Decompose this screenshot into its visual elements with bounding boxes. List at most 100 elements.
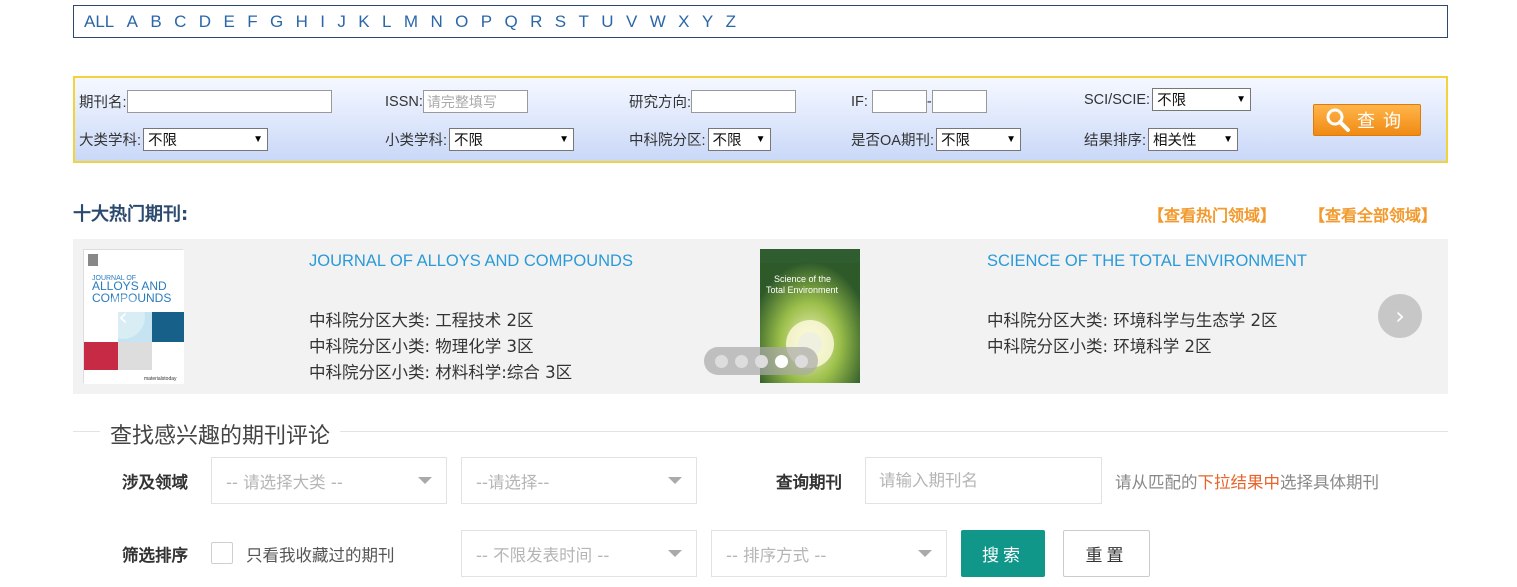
sort-order-select[interactable]: -- 排序方式 -- (711, 530, 947, 577)
hot-journals-title: 十大热门期刊: (73, 204, 189, 225)
hint-suffix: 选择具体期刊 (1280, 473, 1379, 492)
if-label: IF: (851, 93, 868, 110)
minor-subject-select[interactable]: 不限 ▼ (449, 128, 575, 151)
alphabet-letter-t[interactable]: T (579, 12, 589, 32)
minor-subject-value: 不限 (454, 133, 484, 149)
journal-name-field: 期刊名: (79, 90, 332, 113)
cas-partition-label: 中科院分区: (629, 133, 706, 149)
journal-cas-minor: 中科院分区小类: 物理化学 3区 (309, 337, 534, 356)
major-subject-value: 不限 (148, 133, 178, 149)
alphabet-letter-i[interactable]: I (320, 12, 325, 32)
alphabet-letter-j[interactable]: J (337, 12, 346, 32)
minor-subject-field: 小类学科: 不限 ▼ (385, 128, 575, 151)
journal-cas-minor: 中科院分区小类: 材料科学:综合 3区 (309, 363, 573, 382)
if-max-input[interactable] (931, 90, 987, 113)
carousel-prev-button[interactable]: ‹ (101, 295, 145, 339)
if-field: IF: - (851, 90, 987, 113)
publish-time-placeholder: -- 不限发表时间 -- (476, 545, 610, 565)
alphabet-letter-s[interactable]: S (555, 12, 566, 32)
hint-highlight: 下拉结果中 (1197, 473, 1281, 492)
journal-name-search-input[interactable] (865, 457, 1102, 504)
favorites-only-label: 只看我收藏过的期刊 (246, 546, 395, 565)
issn-input[interactable] (422, 90, 528, 113)
carousel-dot[interactable] (754, 354, 768, 368)
alphabet-letter-y[interactable]: Y (702, 12, 713, 32)
alphabet-letter-m[interactable]: M (404, 12, 418, 32)
journal-title-link[interactable]: JOURNAL OF ALLOYS AND COMPOUNDS (309, 252, 633, 271)
if-min-input[interactable] (871, 90, 927, 113)
favorites-only-checkbox[interactable] (211, 542, 233, 564)
alphabet-letter-o[interactable]: O (455, 12, 468, 32)
chevron-right-icon: › (1395, 302, 1405, 330)
cas-partition-value: 不限 (712, 133, 742, 149)
major-subject-label: 大类学科: (79, 133, 142, 149)
oa-value: 不限 (940, 133, 970, 149)
major-subject-field: 大类学科: 不限 ▼ (79, 128, 269, 151)
major-category-placeholder: -- 请选择大类 -- (226, 472, 343, 492)
carousel-dots (704, 347, 818, 375)
alphabet-letter-f[interactable]: F (247, 12, 257, 32)
chevron-down-icon: ▼ (253, 134, 264, 145)
journal-cas-major: 中科院分区大类: 工程技术 2区 (309, 311, 534, 330)
oa-label: 是否OA期刊: (851, 133, 934, 149)
sort-value: 相关性 (1153, 133, 1197, 149)
chevron-down-icon: ▼ (1223, 134, 1234, 145)
research-label: 研究方向: (629, 95, 692, 111)
minor-category-placeholder: --请选择-- (476, 472, 550, 492)
chevron-down-icon: ▼ (1236, 94, 1247, 105)
alphabet-letter-q[interactable]: Q (504, 12, 517, 32)
journal-name-label: 期刊名: (79, 95, 127, 111)
carousel-dot[interactable] (734, 354, 748, 368)
issn-field: ISSN: (385, 90, 528, 113)
alphabet-letter-p[interactable]: P (481, 12, 492, 32)
alphabet-letter-r[interactable]: R (530, 12, 542, 32)
alphabet-letter-b[interactable]: B (150, 12, 161, 32)
chevron-down-icon (418, 477, 432, 484)
reset-button[interactable]: 重置 (1063, 530, 1150, 577)
alphabet-letter-v[interactable]: V (626, 12, 637, 32)
sci-select-value: 不限 (1157, 93, 1187, 109)
oa-select[interactable]: 不限 ▼ (935, 128, 1021, 151)
sort-select[interactable]: 相关性 ▼ (1148, 128, 1239, 151)
alphabet-letter-w[interactable]: W (650, 12, 666, 32)
minor-category-select[interactable]: --请选择-- (461, 457, 697, 504)
alphabet-letter-g[interactable]: G (270, 12, 283, 32)
journal-name-input[interactable] (126, 90, 332, 113)
research-input[interactable] (691, 90, 797, 113)
alphabet-letter-x[interactable]: X (678, 12, 689, 32)
alphabet-letter-z[interactable]: Z (726, 12, 736, 32)
journal-title-link[interactable]: SCIENCE OF THE TOTAL ENVIRONMENT (987, 252, 1307, 271)
publish-time-select[interactable]: -- 不限发表时间 -- (461, 530, 697, 577)
hot-journals-carousel: JOURNAL OF ALLOYS AND COMPOUNDS material… (73, 239, 1448, 394)
search-button[interactable]: 搜索 (961, 530, 1045, 577)
carousel-next-button[interactable]: › (1378, 294, 1422, 338)
alphabet-letter-e[interactable]: E (223, 12, 234, 32)
alphabet-letter-all[interactable]: ALL (84, 12, 114, 32)
view-all-fields-link[interactable]: 【查看全部领域】 (1309, 202, 1437, 226)
chevron-down-icon: ▼ (559, 134, 570, 145)
carousel-dot[interactable] (794, 354, 808, 368)
hint-prefix: 请从匹配的 (1115, 473, 1198, 492)
alphabet-letter-a[interactable]: A (127, 12, 138, 32)
alphabet-letter-u[interactable]: U (601, 12, 613, 32)
view-hot-fields-link[interactable]: 【查看热门领域】 (1148, 202, 1276, 226)
query-button[interactable]: 查询 (1313, 104, 1421, 136)
alphabet-letter-d[interactable]: D (199, 12, 211, 32)
query-hint: 请从匹配的下拉结果中选择具体期刊 (1115, 469, 1379, 493)
alphabet-filter-bar: ALL A B C D E F G H I J K L M N O P Q R S T U V W X Y Z (73, 5, 1448, 38)
carousel-dot[interactable] (714, 354, 728, 368)
sort-order-placeholder: -- 排序方式 -- (726, 545, 827, 565)
major-category-select[interactable]: -- 请选择大类 -- (211, 457, 447, 504)
sci-select[interactable]: 不限 ▼ (1152, 88, 1252, 111)
carousel-dot[interactable] (774, 354, 788, 368)
alphabet-letter-k[interactable]: K (358, 12, 369, 32)
research-field: 研究方向: (629, 90, 797, 113)
chevron-down-icon: ▼ (1006, 134, 1016, 145)
alphabet-letter-n[interactable]: N (430, 12, 442, 32)
alphabet-letter-l[interactable]: L (382, 12, 391, 32)
alphabet-letter-c[interactable]: C (174, 12, 186, 32)
major-subject-select[interactable]: 不限 ▼ (143, 128, 269, 151)
review-section-title: 查找感兴趣的期刊评论 (100, 418, 341, 450)
alphabet-letter-h[interactable]: H (296, 12, 308, 32)
cas-partition-select[interactable]: 不限 ▼ (707, 128, 771, 151)
